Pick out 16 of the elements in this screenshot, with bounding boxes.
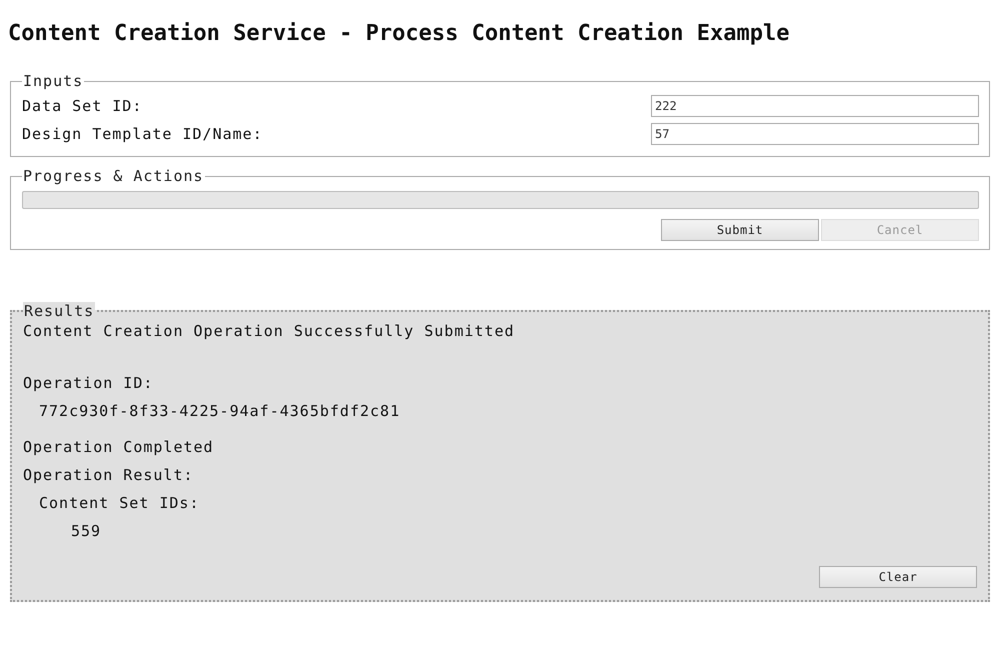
button[interactable]: Clear — [819, 566, 977, 588]
field-label: Data Set ID: — [22, 97, 142, 115]
result-text: 559 — [70, 522, 102, 540]
button[interactable]: Submit — [661, 219, 819, 241]
result-text: Operation ID: — [23, 374, 154, 392]
panel-legend: Progress & Actions — [22, 167, 205, 185]
page-title: Content Creation Service - Process Content Creation Example — [8, 20, 790, 48]
input-field[interactable]: 222 — [651, 95, 979, 117]
field-label: Design Template ID/Name: — [22, 125, 263, 143]
input-field[interactable]: 57 — [651, 123, 979, 145]
result-text: Content Creation Operation Successfully Submitted — [23, 322, 516, 340]
result-text: Operation Completed — [23, 438, 215, 456]
result-text: Operation Result: — [23, 466, 195, 484]
result-text: 772c930f-8f33-4225-94af-4365bfdf2c81 — [38, 402, 402, 420]
panel-legend: Inputs — [22, 72, 84, 90]
result-text: Content Set IDs: — [38, 494, 200, 512]
